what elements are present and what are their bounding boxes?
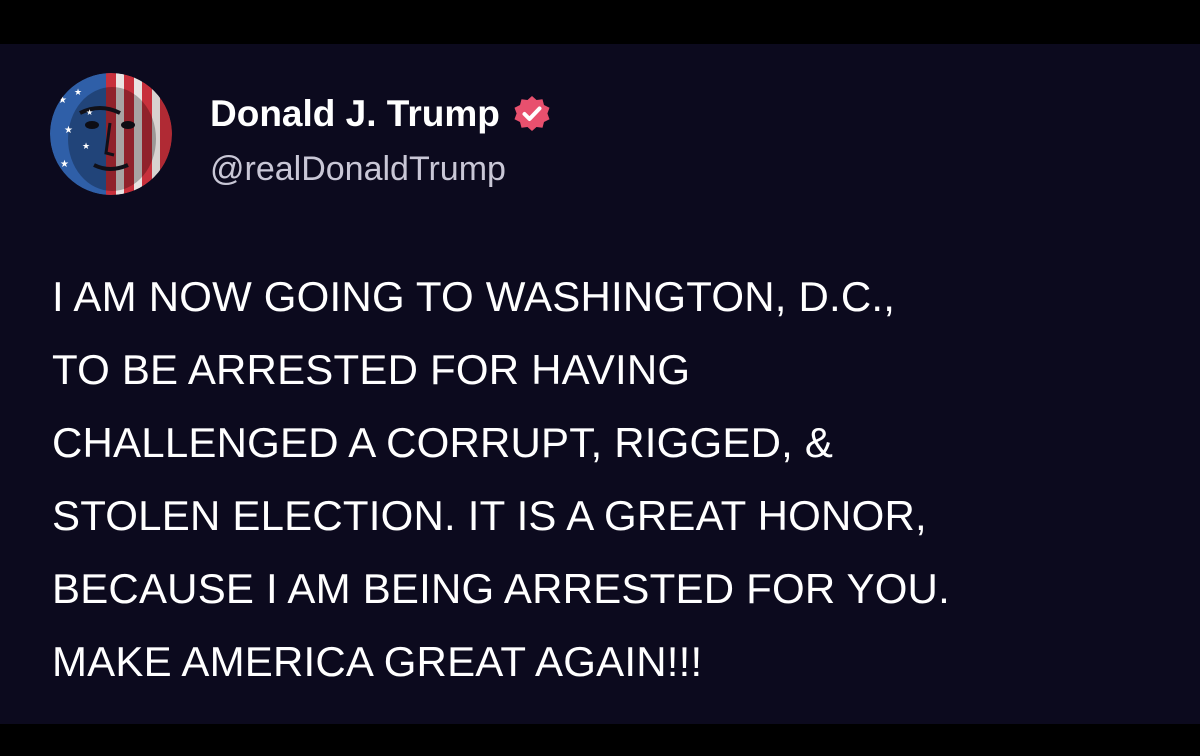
- post-card: ★ ★ ★ ★ ★ ★ Donald J. Trump @realDonaldT…: [0, 44, 1200, 724]
- post-text-line: TO BE ARRESTED FOR HAVING: [52, 346, 691, 393]
- post-body: I AM NOW GOING TO WASHINGTON, D.C., TO B…: [52, 260, 1162, 698]
- post-text-line: MAKE AMERICA GREAT AGAIN!!!: [52, 638, 703, 685]
- post-text-line: STOLEN ELECTION. IT IS A GREAT HONOR,: [52, 492, 927, 539]
- author-avatar[interactable]: ★ ★ ★ ★ ★ ★: [50, 73, 172, 195]
- screenshot-frame: ★ ★ ★ ★ ★ ★ Donald J. Trump @realDonaldT…: [0, 0, 1200, 756]
- post-text-line: I AM NOW GOING TO WASHINGTON, D.C.,: [52, 273, 896, 320]
- verified-badge-icon: [512, 94, 552, 134]
- svg-text:★: ★: [58, 95, 67, 106]
- svg-text:★: ★: [82, 142, 90, 152]
- author-display-name[interactable]: Donald J. Trump: [210, 93, 500, 135]
- author-name-row: Donald J. Trump: [210, 92, 552, 136]
- svg-text:★: ★: [64, 125, 73, 136]
- post-text-line: CHALLENGED A CORRUPT, RIGGED, &: [52, 419, 834, 466]
- svg-text:★: ★: [86, 108, 93, 117]
- author-handle[interactable]: @realDonaldTrump: [210, 150, 506, 189]
- svg-text:★: ★: [74, 88, 82, 98]
- flag-face-avatar-icon: ★ ★ ★ ★ ★ ★: [50, 73, 172, 195]
- post-text-line: BECAUSE I AM BEING ARRESTED FOR YOU.: [52, 565, 950, 612]
- svg-text:★: ★: [60, 159, 69, 170]
